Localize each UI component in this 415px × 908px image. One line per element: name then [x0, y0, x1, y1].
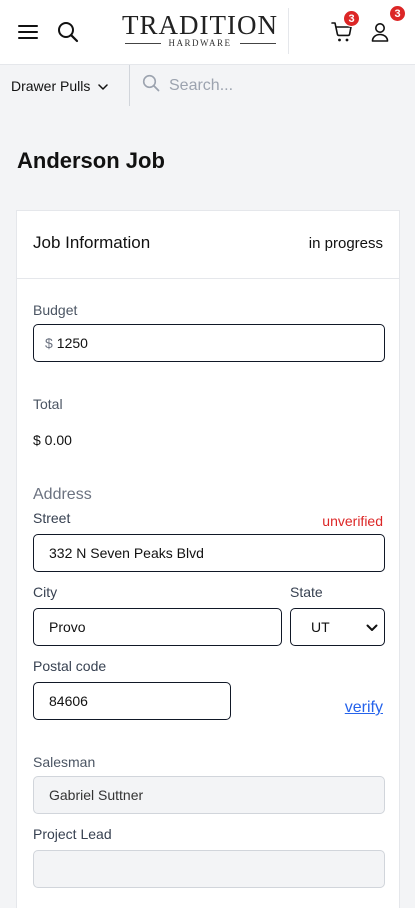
state-selected-value: UT [311, 619, 330, 635]
job-information-card: Job Information in progress Budget $ Tot… [16, 210, 400, 908]
city-field[interactable] [33, 608, 282, 646]
cart-count-badge: 3 [343, 10, 360, 27]
logo-line-right [239, 42, 276, 44]
header-divider [288, 8, 289, 54]
page-title: Anderson Job [17, 148, 165, 173]
budget-input[interactable] [56, 335, 384, 351]
city-label: City [33, 584, 58, 600]
street-input[interactable] [49, 545, 384, 561]
search-bar [130, 65, 415, 106]
card-header: Job Information in progress [17, 211, 399, 279]
street-field[interactable] [33, 534, 385, 572]
top-navbar: TRADITION HARDWARE 3 3 [0, 0, 415, 64]
salesman-field: Gabriel Suttner [33, 776, 385, 814]
logo-sub-text: HARDWARE [168, 38, 232, 48]
chevron-down-icon [98, 78, 109, 94]
verify-address-link[interactable]: verify [345, 699, 383, 717]
salesman-value: Gabriel Suttner [49, 787, 144, 803]
logo-line-left [124, 42, 161, 44]
card-title: Job Information [33, 233, 151, 252]
total-value: $ 0.00 [33, 432, 72, 448]
street-verification-status: unverified [322, 513, 383, 529]
total-label: Total [33, 396, 63, 412]
search-input[interactable] [169, 76, 399, 95]
currency-symbol: $ [45, 335, 53, 351]
budget-field[interactable]: $ [33, 324, 385, 362]
project-lead-label: Project Lead [33, 826, 112, 842]
job-status: in progress [308, 235, 383, 252]
category-dropdown[interactable]: Drawer Pulls [0, 65, 130, 106]
project-lead-field[interactable] [33, 850, 385, 888]
state-select[interactable]: UT [290, 608, 385, 646]
postal-code-input[interactable] [49, 693, 230, 709]
user-count-badge: 3 [389, 5, 406, 22]
budget-label: Budget [33, 302, 78, 318]
search-field-icon [142, 74, 160, 97]
logo-main-text: TRADITION [122, 10, 278, 40]
state-label: State [290, 584, 323, 600]
salesman-label: Salesman [33, 754, 96, 770]
postal-code-field[interactable] [33, 682, 231, 720]
brand-logo[interactable]: TRADITION HARDWARE [120, 10, 280, 54]
city-input[interactable] [49, 619, 281, 635]
postal-code-label: Postal code [33, 658, 107, 674]
search-icon[interactable] [52, 16, 84, 48]
category-search-bar: Drawer Pulls [0, 64, 415, 106]
street-label: Street [33, 510, 71, 526]
menu-icon[interactable] [12, 16, 44, 48]
category-dropdown-label: Drawer Pulls [11, 77, 91, 94]
address-heading: Address [33, 486, 92, 503]
chevron-down-icon [366, 619, 378, 635]
